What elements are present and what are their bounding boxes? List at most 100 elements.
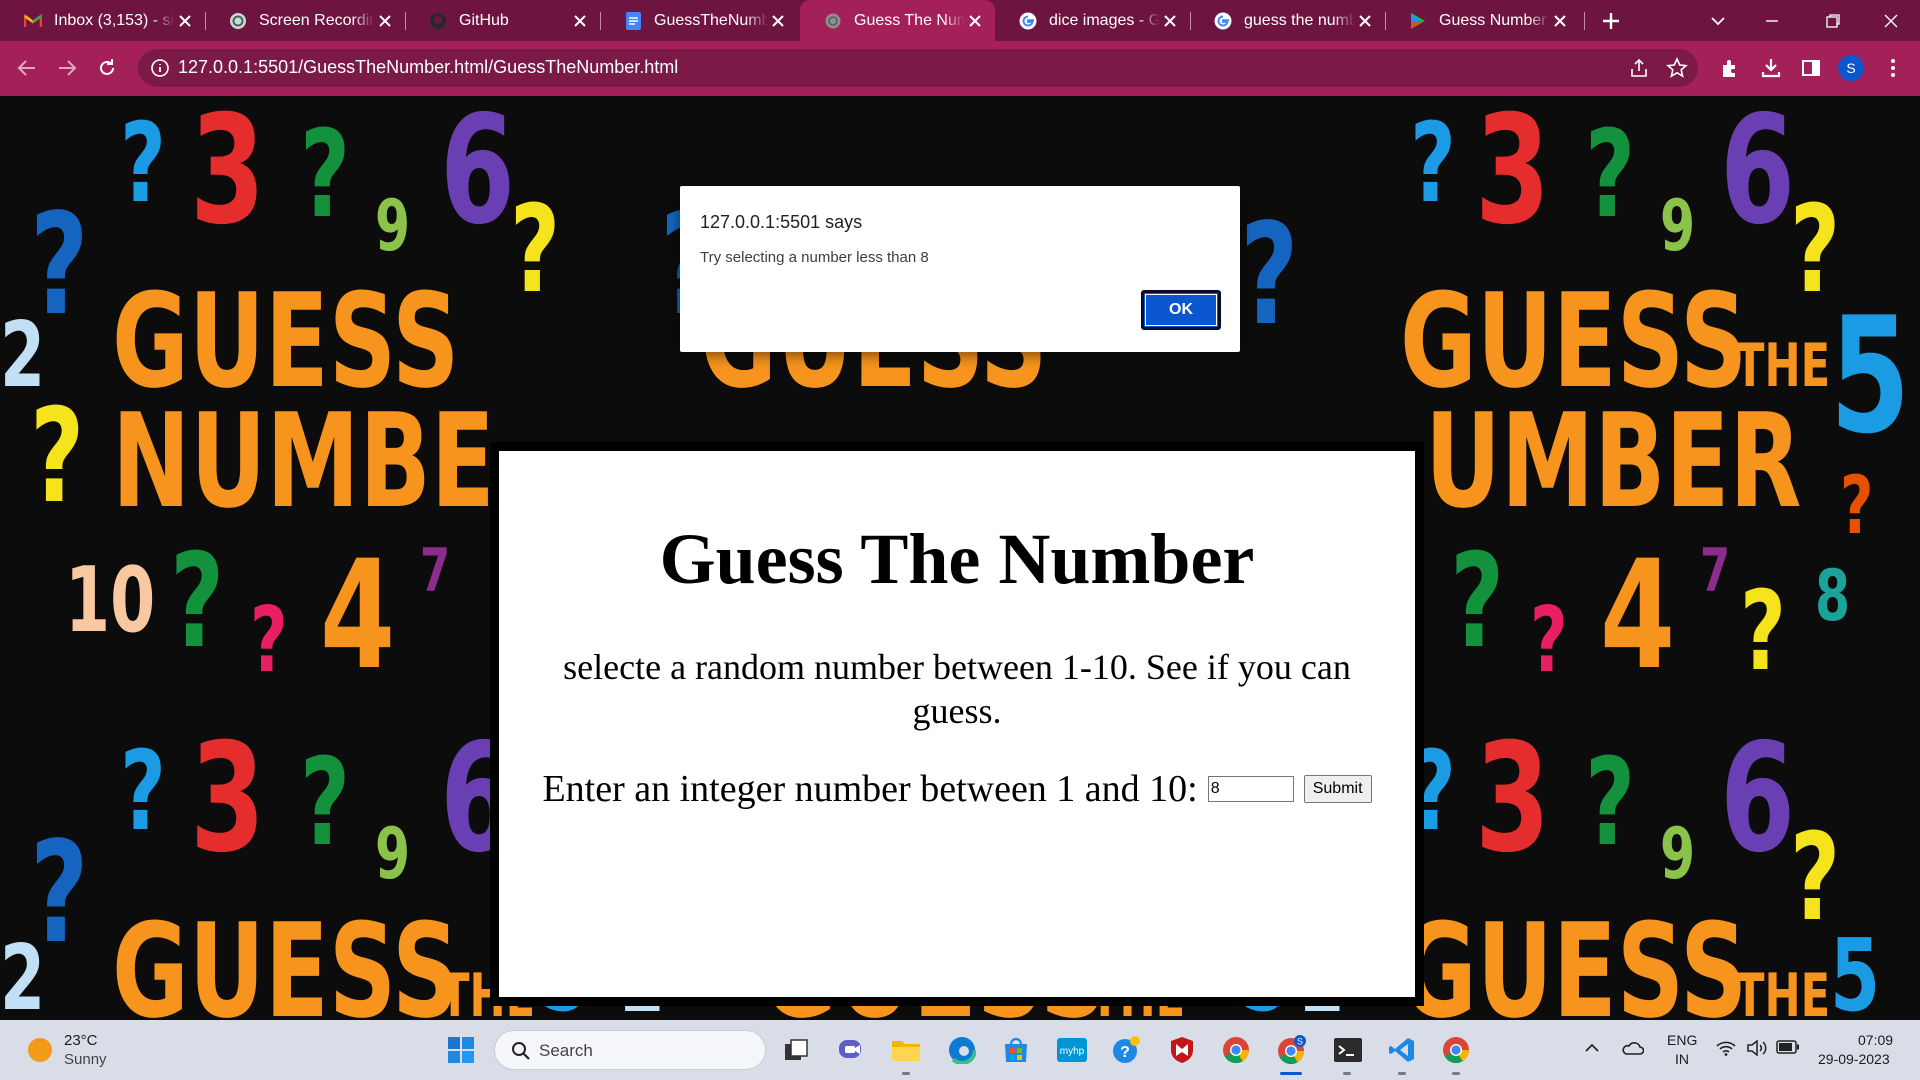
teams-chat-app[interactable] — [836, 1034, 868, 1066]
play-icon — [1409, 12, 1427, 30]
reload-button[interactable] — [92, 53, 122, 83]
chevron-down-icon — [1711, 17, 1725, 26]
search-icon — [512, 1042, 530, 1060]
store-app[interactable] — [1000, 1034, 1032, 1066]
new-tab-button[interactable] — [1598, 8, 1624, 34]
tab-title: GuessTheNumber — [654, 11, 768, 29]
mcafee-app[interactable] — [1166, 1034, 1198, 1066]
tab-guess-search[interactable]: guess the number — [1190, 0, 1385, 41]
close-tab-icon[interactable] — [1355, 11, 1375, 31]
show-hidden-icons[interactable] — [1584, 1040, 1600, 1056]
gmail-icon — [24, 12, 42, 30]
browser-toolbar: 127.0.0.1:5501/GuessTheNumber.html/Guess… — [0, 41, 1920, 96]
guess-input[interactable] — [1207, 776, 1294, 802]
clock-time[interactable]: 07:09 — [1858, 1032, 1893, 1048]
weather-temperature[interactable]: 23°C — [64, 1032, 98, 1049]
running-indicator — [1343, 1072, 1351, 1075]
close-tab-icon[interactable] — [965, 11, 985, 31]
weather-condition[interactable]: Sunny — [64, 1051, 107, 1068]
file-explorer-app[interactable] — [890, 1034, 922, 1066]
chrome-profile-icon: S — [1278, 1035, 1306, 1065]
start-button[interactable] — [445, 1034, 477, 1066]
downloads-button[interactable] — [1756, 53, 1786, 83]
side-panel-button[interactable] — [1796, 53, 1826, 83]
task-view-button[interactable] — [780, 1034, 812, 1066]
tab-strip: Inbox (3,153) - si Screen Recording GitH… — [0, 0, 1920, 41]
more-vertical-icon — [1891, 59, 1895, 77]
restore-button[interactable] — [1818, 6, 1848, 36]
tab-dice-images[interactable]: dice images - Go — [995, 0, 1190, 41]
battery-icon[interactable] — [1776, 1040, 1800, 1054]
tab-search-button[interactable] — [1703, 6, 1733, 36]
tab-title: Guess Number - — [1439, 11, 1550, 29]
chrome-profile-app[interactable]: S — [1276, 1034, 1308, 1066]
alert-dialog: 127.0.0.1:5501 says Try selecting a numb… — [680, 186, 1240, 352]
menu-button[interactable] — [1878, 53, 1908, 83]
share-icon[interactable] — [1628, 57, 1650, 79]
side-panel-icon — [1802, 60, 1820, 76]
info-icon[interactable] — [150, 58, 170, 78]
github-icon — [429, 12, 447, 30]
chrome-app-2[interactable] — [1440, 1034, 1472, 1066]
close-tab-icon[interactable] — [1550, 11, 1570, 31]
puzzle-icon — [1723, 60, 1735, 77]
chrome-app[interactable] — [1220, 1034, 1252, 1066]
chat-icon — [839, 1040, 861, 1058]
terminal-app[interactable] — [1332, 1034, 1364, 1066]
globe-icon — [824, 12, 842, 30]
help-icon: ? — [1113, 1036, 1140, 1063]
vscode-icon — [1389, 1038, 1414, 1062]
sun-icon[interactable] — [28, 1038, 52, 1062]
page-title: Guess The Number — [659, 519, 1255, 599]
svg-text:myhp: myhp — [1060, 1046, 1085, 1057]
taskbar-search[interactable]: Search — [494, 1030, 766, 1070]
alert-ok-button[interactable]: OK — [1141, 290, 1221, 330]
alert-origin: 127.0.0.1:5501 says — [700, 212, 863, 232]
cloud-icon — [1622, 1042, 1644, 1055]
tab-title: Guess The Number — [854, 11, 965, 29]
tab-docs[interactable]: GuessTheNumber — [600, 0, 798, 41]
chrome-icon — [1223, 1037, 1250, 1064]
docs-icon — [624, 11, 642, 30]
guess-prompt: Enter an integer number between 1 and 10… — [542, 768, 1198, 810]
minimize-button[interactable] — [1757, 6, 1787, 36]
shield-icon — [1171, 1037, 1193, 1063]
tab-title: Screen Recording — [259, 11, 375, 29]
myhp-app[interactable]: myhp — [1056, 1034, 1088, 1066]
running-indicator — [1452, 1072, 1460, 1075]
extensions-button[interactable] — [1716, 53, 1746, 83]
volume-icon[interactable] — [1746, 1040, 1768, 1056]
url-text[interactable]: 127.0.0.1:5501/GuessTheNumber.html/Guess… — [178, 57, 678, 78]
onedrive-button[interactable] — [1620, 1040, 1644, 1056]
wifi-icon[interactable] — [1716, 1040, 1736, 1056]
vscode-app[interactable] — [1386, 1034, 1418, 1066]
tab-github[interactable]: GitHub — [405, 0, 600, 41]
tab-gmail[interactable]: Inbox (3,153) - si — [0, 0, 205, 41]
close-tab-icon[interactable] — [375, 11, 395, 31]
bookmark-star-icon[interactable] — [1666, 57, 1688, 79]
language-indicator[interactable]: ENG — [1667, 1032, 1697, 1048]
submit-button[interactable]: Submit — [1303, 775, 1372, 803]
help-app[interactable]: ? — [1110, 1034, 1142, 1066]
close-tab-icon[interactable] — [175, 11, 195, 31]
tab-guess-the-number[interactable]: Guess The Number — [800, 0, 995, 41]
clock-date[interactable]: 29-09-2023 — [1818, 1051, 1890, 1067]
close-tab-icon[interactable] — [570, 11, 590, 31]
tab-screen-recording[interactable]: Screen Recording — [205, 0, 405, 41]
close-window-button[interactable] — [1876, 6, 1906, 36]
tab-title: Inbox (3,153) - si — [54, 11, 175, 29]
guess-row: Enter an integer number between 1 and 10… — [499, 767, 1415, 811]
arrow-left-icon — [17, 60, 35, 76]
profile-avatar[interactable]: S — [1838, 55, 1864, 81]
tab-title: guess the number — [1244, 11, 1355, 29]
arrow-right-icon — [59, 60, 77, 76]
close-tab-icon[interactable] — [1160, 11, 1180, 31]
back-button[interactable] — [12, 53, 42, 83]
address-bar[interactable]: 127.0.0.1:5501/GuessTheNumber.html/Guess… — [138, 49, 1698, 87]
language-region[interactable]: IN — [1675, 1051, 1689, 1067]
tab-guess-number-play[interactable]: Guess Number - — [1385, 0, 1580, 41]
edge-app[interactable] — [946, 1034, 978, 1066]
forward-button[interactable] — [52, 53, 82, 83]
openai-icon — [229, 12, 247, 30]
close-tab-icon[interactable] — [768, 11, 788, 31]
